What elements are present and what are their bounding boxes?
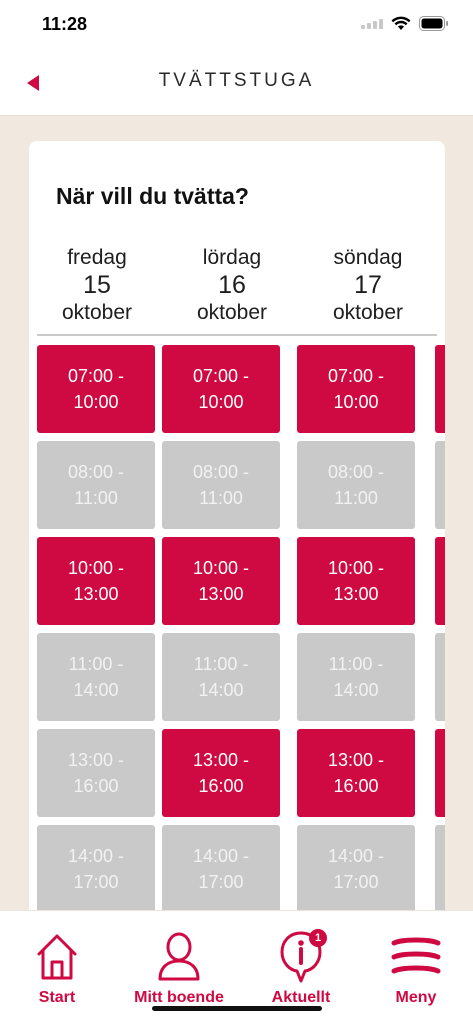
- tab-label: Aktuellt: [271, 989, 331, 1006]
- day-month: oktober: [61, 301, 133, 324]
- slot-end-time: 11:00: [334, 488, 378, 508]
- day-number: 15: [83, 271, 111, 299]
- time-slot-peek[interactable]: [435, 825, 445, 913]
- day-column-header: söndag 17 oktober: [308, 245, 428, 326]
- tab-label: Meny: [395, 989, 437, 1006]
- slot-start-time: 13:00 -: [327, 750, 385, 770]
- tab-label: Start: [38, 989, 76, 1006]
- slot-end-time: 14:00: [333, 680, 379, 700]
- slot-end-time: 16:00: [198, 776, 244, 796]
- slot-start-time: 07:00 -: [327, 366, 385, 386]
- time-slot-grid: 07:00 - 10:00 08:00 - 11:00 10:00 - 13:00 11:0…: [29, 345, 445, 941]
- time-slot-peek[interactable]: [435, 345, 445, 433]
- time-slot-button[interactable]: 08:00 - 11:00: [37, 441, 155, 529]
- cellular-signal-icon: [361, 18, 383, 29]
- time-slot-peek[interactable]: [435, 729, 445, 817]
- time-slot-button[interactable]: 08:00 - 11:00: [297, 441, 415, 529]
- slot-start-time: 13:00 -: [192, 750, 250, 770]
- day-column-header: fredag 15 oktober: [37, 245, 157, 326]
- time-slot-peek[interactable]: [435, 537, 445, 625]
- time-slot-button[interactable]: 14:00 - 17:00: [297, 825, 415, 913]
- slot-end-time: 11:00: [74, 488, 118, 508]
- time-slot-button[interactable]: 10:00 - 13:00: [37, 537, 155, 625]
- day-name: fredag: [67, 246, 127, 269]
- time-slot-button[interactable]: 13:00 - 16:00: [37, 729, 155, 817]
- slot-start-time: 10:00 -: [192, 558, 250, 578]
- slot-end-time: 13:00: [73, 584, 119, 604]
- header-divider: [37, 334, 437, 336]
- time-slot-button[interactable]: 13:00 - 16:00: [162, 729, 280, 817]
- tab-start[interactable]: Start: [0, 929, 117, 1007]
- notification-badge: 1: [309, 929, 327, 947]
- slot-start-time: 07:00 -: [192, 366, 250, 386]
- slot-end-time: 14:00: [198, 680, 244, 700]
- time-slot-peek[interactable]: [435, 441, 445, 529]
- booking-card: När vill du tvätta? fredag 15 oktober lö…: [29, 141, 445, 941]
- slot-start-time: 08:00 -: [67, 462, 125, 482]
- slot-start-time: 08:00 -: [192, 462, 250, 482]
- tab-aktuellt[interactable]: 1 Aktuellt: [241, 929, 361, 1007]
- page-title: TVÄTTSTUGA: [158, 70, 315, 91]
- status-bar: 11:28: [0, 0, 473, 50]
- slot-start-time: 10:00 -: [67, 558, 125, 578]
- slot-end-time: 10:00: [333, 392, 379, 412]
- time-slot-button[interactable]: 07:00 - 10:00: [162, 345, 280, 433]
- status-icons: [361, 16, 449, 31]
- slot-start-time: 08:00 -: [327, 462, 385, 482]
- day-name: söndag: [333, 246, 403, 269]
- slot-start-time: 14:00 -: [192, 846, 250, 866]
- day-name: lördag: [202, 246, 262, 269]
- day-month: oktober: [196, 301, 268, 324]
- slot-end-time: 11:00: [199, 488, 243, 508]
- day-number: 16: [218, 271, 246, 299]
- slot-start-time: 07:00 -: [67, 366, 125, 386]
- time-slot-button[interactable]: 11:00 - 14:00: [162, 633, 280, 721]
- tab-label: Mitt boende: [134, 989, 224, 1006]
- status-time: 11:28: [42, 14, 88, 34]
- day-column-header: lördag 16 oktober: [172, 245, 292, 326]
- slot-end-time: 13:00: [333, 584, 379, 604]
- slot-end-time: 13:00: [198, 584, 244, 604]
- home-indicator: [152, 1006, 322, 1011]
- slot-start-time: 14:00 -: [327, 846, 385, 866]
- time-slot-button[interactable]: 10:00 - 13:00: [162, 537, 280, 625]
- slot-start-time: 11:00 -: [68, 654, 124, 674]
- time-slot-peek[interactable]: [435, 633, 445, 721]
- time-slot-button[interactable]: 11:00 - 14:00: [297, 633, 415, 721]
- time-slot-button[interactable]: 07:00 - 10:00: [297, 345, 415, 433]
- time-slot-button[interactable]: 14:00 - 17:00: [162, 825, 280, 913]
- person-icon: [158, 932, 200, 981]
- slot-end-time: 16:00: [333, 776, 379, 796]
- slot-end-time: 17:00: [73, 872, 119, 892]
- battery-icon: [419, 16, 448, 31]
- slot-end-time: 10:00: [73, 392, 119, 412]
- slot-start-time: 11:00 -: [328, 654, 384, 674]
- tab-mitt-boende[interactable]: Mitt boende: [119, 929, 239, 1007]
- slot-start-time: 13:00 -: [67, 750, 125, 770]
- day-month: oktober: [332, 301, 404, 324]
- time-slot-button[interactable]: 13:00 - 16:00: [297, 729, 415, 817]
- slot-end-time: 17:00: [333, 872, 379, 892]
- days-header: fredag 15 oktober lördag 16 oktober sönd…: [37, 245, 437, 331]
- time-slot-button[interactable]: 08:00 - 11:00: [162, 441, 280, 529]
- slot-end-time: 14:00: [73, 680, 119, 700]
- house-icon: [37, 934, 77, 980]
- menu-icon: [391, 937, 441, 974]
- slot-end-time: 17:00: [198, 872, 244, 892]
- slot-start-time: 10:00 -: [327, 558, 385, 578]
- day-number: 17: [354, 271, 382, 299]
- time-slot-button[interactable]: 07:00 - 10:00: [37, 345, 155, 433]
- tab-meny[interactable]: Meny: [356, 929, 473, 1007]
- slot-end-time: 16:00: [73, 776, 119, 796]
- booking-heading: När vill du tvätta?: [56, 183, 249, 209]
- slot-start-time: 14:00 -: [67, 846, 125, 866]
- wifi-icon: [391, 16, 411, 30]
- slot-end-time: 10:00: [198, 392, 244, 412]
- time-slot-button[interactable]: 11:00 - 14:00: [37, 633, 155, 721]
- time-slot-button[interactable]: 14:00 - 17:00: [37, 825, 155, 913]
- navigation-bar: TVÄTTSTUGA: [0, 50, 473, 116]
- time-slot-button[interactable]: 10:00 - 13:00: [297, 537, 415, 625]
- slot-start-time: 11:00 -: [193, 654, 249, 674]
